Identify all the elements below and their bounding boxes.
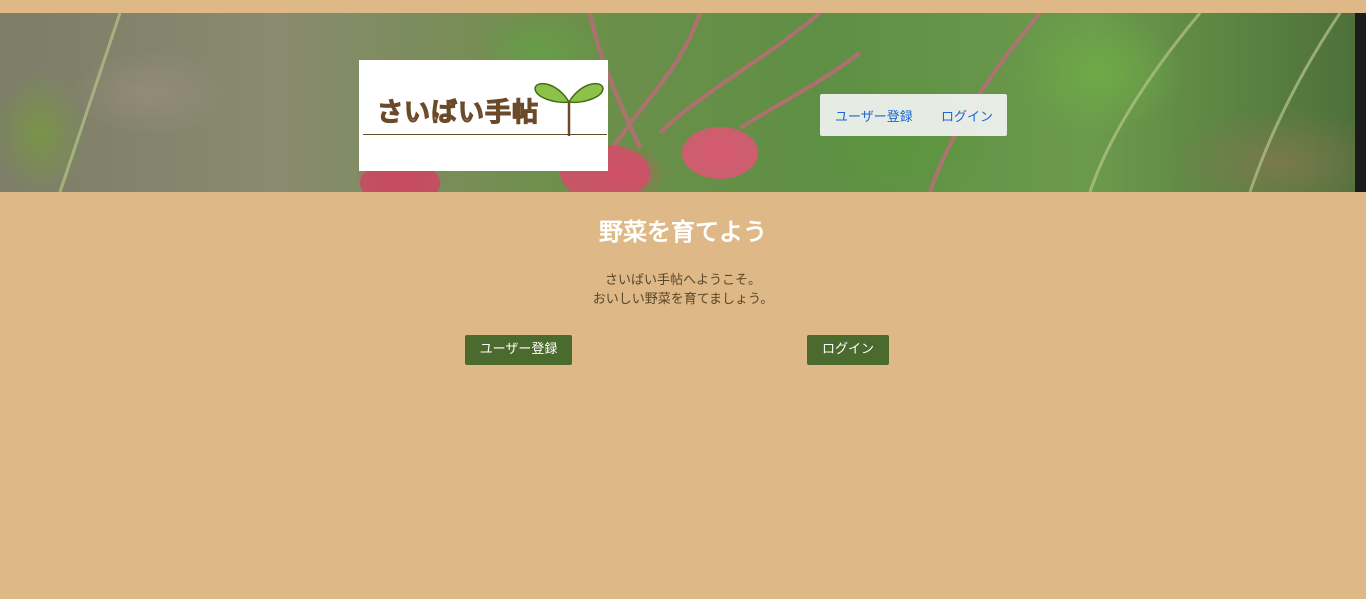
hero-header-image: さいばい手帖 ユーザー登録 ログイン [0,13,1366,192]
top-strip [0,0,1366,13]
page-title: 野菜を育てよう [599,218,767,246]
login-button[interactable]: ログイン [807,335,889,365]
header-nav: ユーザー登録 ログイン [820,94,1007,136]
nav-login-link[interactable]: ログイン [941,106,993,125]
welcome-line-1: さいばい手帖へようこそ。 [604,273,761,288]
welcome-message: さいばい手帖へようこそ。 おいしい野菜を育てましょう。 [0,271,1366,309]
sprout-icon [534,82,604,136]
logo-text: さいばい手帖 [376,97,540,128]
hero-vegetable-photo [58,13,1366,192]
site-logo[interactable]: さいばい手帖 [359,60,608,171]
welcome-line-2: おいしい野菜を育てましょう。 [592,292,774,307]
register-button[interactable]: ユーザー登録 [465,335,572,365]
nav-register-link[interactable]: ユーザー登録 [835,106,913,125]
